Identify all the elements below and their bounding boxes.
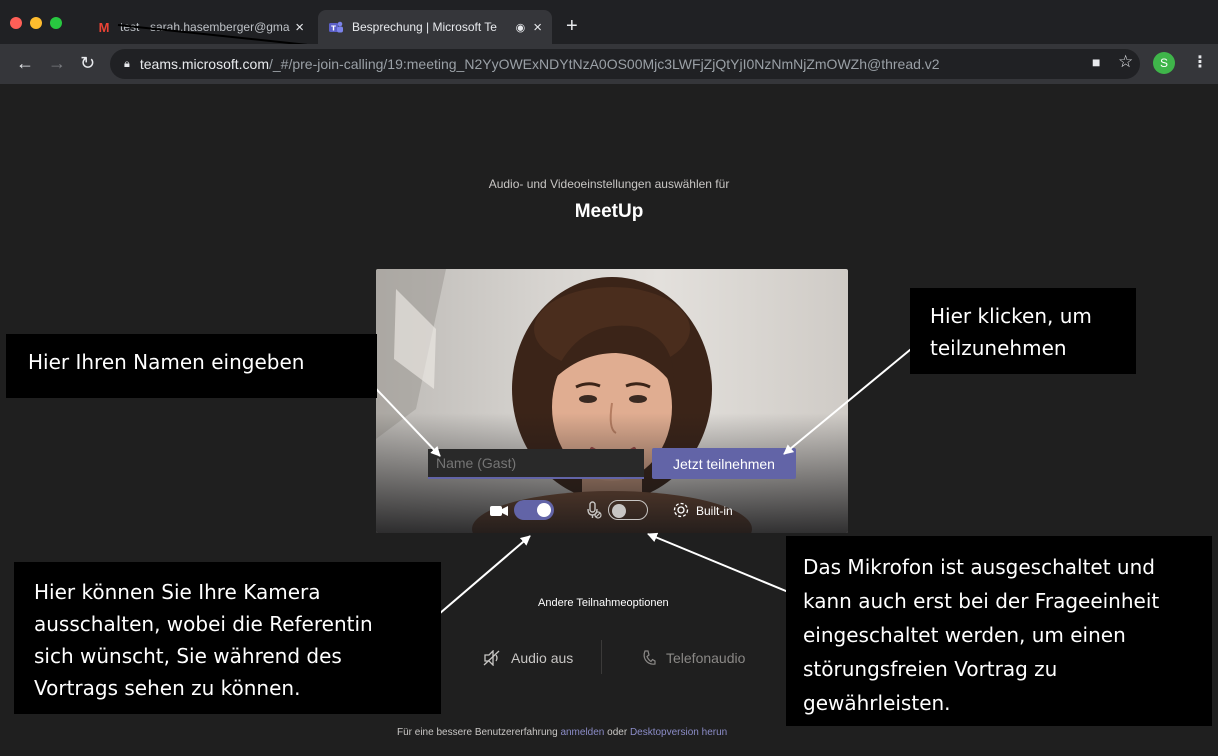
footer-middle: oder: [604, 727, 630, 738]
footer-prefix: Für eine bessere Benutzererfahrung: [397, 727, 561, 738]
close-window-button[interactable]: [10, 17, 22, 29]
meeting-title: MeetUp: [574, 201, 644, 222]
microphone-toggle[interactable]: [608, 500, 648, 520]
callout-text: Hier klicken, um: [930, 304, 1092, 328]
browser-tab-bar: M test - sarah.hasemberger@gma × T Bespr…: [0, 0, 1218, 46]
tab-teams-meeting[interactable]: T Besprechung | Microsoft Te ◉ ×: [318, 10, 552, 44]
reload-icon[interactable]: ↻: [80, 53, 95, 73]
audio-off-option[interactable]: Audio aus: [483, 650, 573, 666]
browser-menu-icon[interactable]: ⋮: [1192, 52, 1208, 72]
recording-indicator-icon: ◉: [515, 21, 526, 34]
microphone-off-icon: [586, 501, 602, 524]
join-now-button[interactable]: Jetzt teilnehmen: [652, 448, 796, 479]
name-hint-callout: Hier Ihren Namen eingeben: [6, 334, 377, 398]
callout-text: Das Mikrofon ist ausgeschaltet und: [803, 555, 1155, 579]
camera-toggle[interactable]: [514, 500, 554, 520]
url-host: teams.microsoft.com: [139, 56, 269, 72]
svg-text:T: T: [331, 25, 336, 33]
back-arrow-icon[interactable]: ←: [16, 53, 34, 73]
audio-off-label: Audio aus: [511, 650, 574, 666]
footer-hint: Für eine bessere Benutzererfahrung anmel…: [397, 727, 727, 738]
callout-text: Hier Ihren Namen eingeben: [28, 350, 305, 374]
microphone-hint-callout: Das Mikrofon ist ausgeschaltet und kann …: [786, 536, 1212, 726]
join-hint-callout: Hier klicken, um teilzunehmen: [910, 288, 1136, 374]
phone-audio-option[interactable]: Telefonaudio: [642, 650, 745, 666]
forward-arrow-icon[interactable]: →: [48, 53, 66, 73]
gmail-icon: M: [98, 19, 110, 35]
speaker-off-icon: [483, 650, 500, 666]
browser-toolbar: ← → ↻ 🔒︎ teams.microsoft.com/_#/pre-join…: [0, 44, 1218, 84]
callout-text: Hier können Sie Ihre Kamera: [34, 580, 321, 604]
toggle-knob: [537, 503, 551, 517]
other-join-options-heading: Andere Teilnahmeoptionen: [538, 597, 669, 609]
guest-name-input[interactable]: [428, 449, 644, 479]
callout-text: sich wünscht, Sie während des: [34, 644, 342, 668]
new-tab-button[interactable]: +: [566, 16, 578, 36]
prejoin-subtitle: Audio- und Videoeinstellungen auswählen …: [488, 177, 730, 191]
url-path: /_#/pre-join-calling/19:meeting_N2YyOWEx…: [269, 56, 940, 72]
close-tab-icon[interactable]: ×: [295, 19, 304, 36]
options-divider: [601, 640, 602, 674]
callout-text: Vortrags sehen zu können.: [34, 676, 301, 700]
close-tab-icon[interactable]: ×: [533, 19, 542, 36]
teams-icon: T: [328, 19, 344, 35]
video-preview: [376, 269, 848, 533]
tab-gmail[interactable]: M test - sarah.hasemberger@gma ×: [86, 10, 314, 44]
bookmark-star-icon[interactable]: ☆: [1118, 52, 1133, 72]
lock-icon: 🔒︎: [124, 57, 130, 70]
callout-text: eingeschaltet werden, um einen: [803, 623, 1126, 647]
device-settings-label[interactable]: Built-in: [696, 504, 733, 518]
video-camera-icon: [490, 504, 508, 522]
desktop-version-link[interactable]: Desktopversion herun: [630, 727, 727, 738]
phone-icon: [643, 650, 656, 665]
callout-text: teilzunehmen: [930, 336, 1067, 360]
arrow-to-microphone-toggle: [647, 532, 799, 597]
callout-text: kann auch erst bei der Frageeinheit: [803, 589, 1160, 613]
gear-icon[interactable]: [672, 501, 690, 524]
maximize-window-button[interactable]: [50, 17, 62, 29]
toggle-knob: [612, 504, 626, 518]
camera-in-use-icon[interactable]: ■: [1092, 54, 1100, 70]
camera-hint-callout: Hier können Sie Ihre Kamera ausschalten,…: [14, 562, 441, 714]
tab-title: Besprechung | Microsoft Te: [352, 20, 497, 34]
callout-text: gewährleisten.: [803, 691, 951, 715]
profile-avatar[interactable]: S: [1153, 52, 1175, 74]
address-bar[interactable]: 🔒︎ teams.microsoft.com/_#/pre-join-calli…: [110, 49, 1140, 79]
phone-audio-label: Telefonaudio: [666, 650, 746, 666]
callout-text: störungsfreien Vortrag zu: [803, 657, 1058, 681]
sign-in-link[interactable]: anmelden: [560, 727, 604, 738]
minimize-window-button[interactable]: [30, 17, 42, 29]
callout-text: ausschalten, wobei die Referentin: [34, 612, 373, 636]
